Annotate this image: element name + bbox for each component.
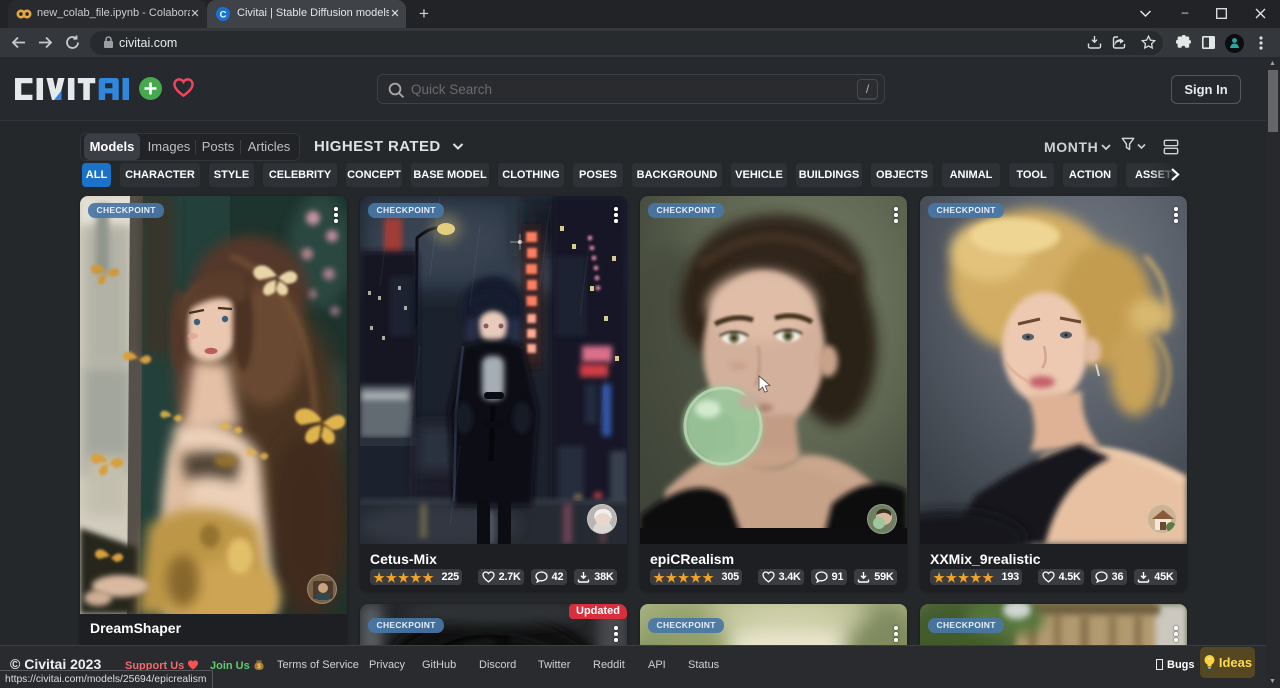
svg-text:C: C — [220, 9, 227, 20]
